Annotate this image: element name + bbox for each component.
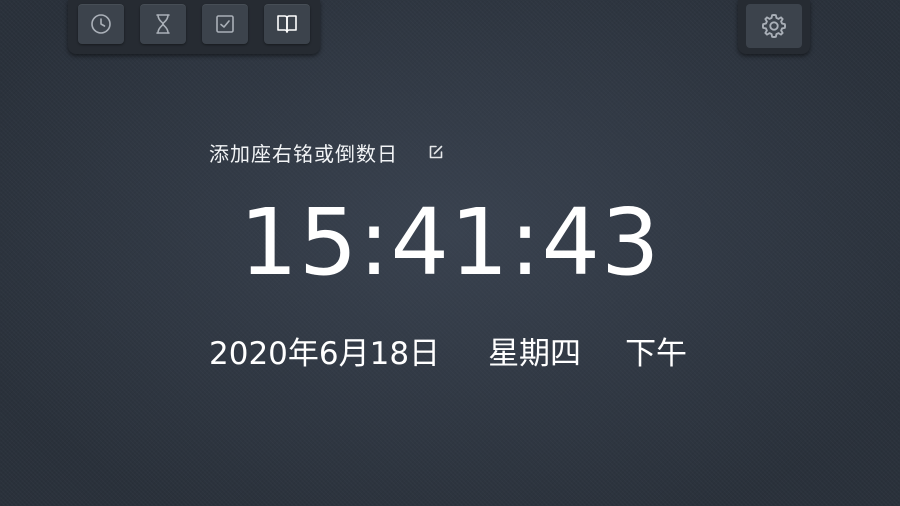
edit-icon[interactable]	[428, 144, 444, 160]
book-icon	[277, 15, 297, 33]
top-toolbar	[68, 0, 320, 54]
motto-row[interactable]: 添加座右铭或倒数日	[209, 137, 444, 167]
hourglass-icon	[156, 14, 170, 34]
clock-date: 2020年6月18日	[209, 335, 441, 372]
date-row: 2020年6月18日 星期四 下午	[209, 328, 687, 372]
timer-tab-button[interactable]	[140, 4, 186, 44]
checkbox-icon	[216, 15, 234, 33]
clock-time: 15:41:43	[239, 189, 661, 296]
settings-panel	[738, 0, 810, 54]
clock-ampm: 下午	[625, 335, 688, 372]
gear-icon	[761, 13, 787, 39]
settings-button[interactable]	[746, 4, 802, 48]
motto-text: 添加座右铭或倒数日	[209, 141, 398, 166]
clock-icon	[91, 14, 111, 34]
clock-tab-button[interactable]	[78, 4, 124, 44]
todo-tab-button[interactable]	[202, 4, 248, 44]
clock-weekday: 星期四	[488, 335, 582, 372]
reading-tab-button[interactable]	[264, 4, 310, 44]
